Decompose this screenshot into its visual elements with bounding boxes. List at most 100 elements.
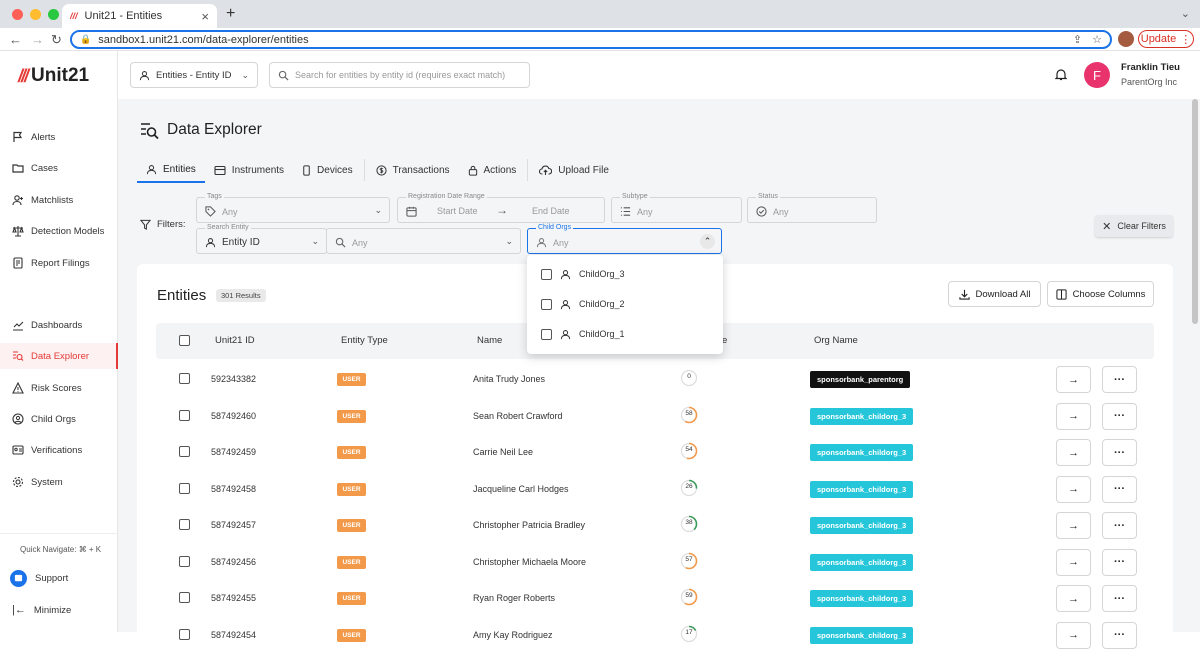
sidebar-item-dashboards[interactable]: Dashboards: [0, 312, 118, 338]
new-tab-icon[interactable]: +: [226, 5, 235, 23]
table-row[interactable]: 587492456 USER Christopher Michaela Moore 5…: [156, 547, 1154, 583]
more-actions-button[interactable]: ···: [1102, 548, 1137, 576]
table-row[interactable]: 587492460 USER Sean Robert Crawford 58 spons…: [156, 401, 1154, 437]
open-entity-button[interactable]: →: [1056, 402, 1091, 430]
open-entity-button[interactable]: →: [1056, 548, 1091, 576]
child-org-option[interactable]: ChildOrg_1: [541, 326, 625, 342]
share-icon[interactable]: ⇪: [1073, 33, 1082, 46]
sidebar-item-data-explorer[interactable]: Data Explorer: [0, 343, 118, 369]
open-entity-button[interactable]: →: [1056, 512, 1091, 539]
sidebar-item-label: Risk Scores: [31, 382, 82, 394]
update-button[interactable]: Update ⋮: [1138, 30, 1194, 48]
zoom-window-button[interactable]: [48, 9, 59, 20]
option-checkbox[interactable]: [541, 268, 552, 280]
tab-list-chevron-icon[interactable]: ⌄: [1181, 7, 1190, 20]
support-button[interactable]: Support: [10, 570, 68, 587]
more-actions-button[interactable]: ···: [1102, 621, 1137, 649]
reload-icon[interactable]: ↻: [51, 32, 62, 48]
browser-tab[interactable]: /// Unit21 - Entities ×: [62, 4, 217, 28]
chevron-up-icon[interactable]: ⌃: [700, 234, 715, 249]
search-entity-input[interactable]: Any ⌄: [326, 228, 521, 254]
option-checkbox[interactable]: [541, 298, 552, 310]
open-entity-button[interactable]: →: [1056, 475, 1091, 503]
open-entity-button[interactable]: →: [1056, 366, 1091, 393]
table-row[interactable]: 592343382 USER Anita Trudy Jones 0 sponsorba…: [156, 364, 1154, 400]
profile-avatar-icon[interactable]: [1118, 31, 1134, 47]
table-row[interactable]: 587492455 USER Ryan Roger Roberts 59 sponsor…: [156, 583, 1154, 619]
forward-icon[interactable]: →: [31, 32, 44, 47]
table-row[interactable]: 587492454 USER Amy Kay Rodriguez 17 sponsorb…: [156, 620, 1154, 656]
sidebar-item-child-orgs[interactable]: Child Orgs: [0, 406, 118, 432]
table-row[interactable]: 587492457 USER Christopher Patricia Bradle…: [156, 510, 1154, 546]
end-date-input[interactable]: End Date: [532, 206, 570, 216]
row-checkbox[interactable]: [179, 446, 190, 457]
close-tab-icon[interactable]: ×: [201, 9, 209, 24]
column-header-name[interactable]: Name: [477, 335, 502, 346]
sidebar-item-alerts[interactable]: Alerts: [0, 124, 118, 150]
sidebar-item-detection-models[interactable]: Detection Models: [0, 218, 118, 244]
table-row[interactable]: 587492459 USER Carrie Neil Lee 54 sponsorban…: [156, 437, 1154, 473]
open-entity-button[interactable]: →: [1056, 621, 1091, 649]
table-row[interactable]: 587492458 USER Jacqueline Carl Hodges 26 spo…: [156, 474, 1154, 510]
tab-instruments[interactable]: Instruments: [205, 157, 293, 183]
row-checkbox[interactable]: [179, 482, 190, 494]
more-actions-button[interactable]: ···: [1102, 585, 1137, 612]
open-entity-button[interactable]: →: [1056, 439, 1091, 466]
chevron-down-icon: ⌄: [311, 236, 319, 246]
more-horizontal-icon: ···: [1114, 519, 1125, 532]
page-scrollbar[interactable]: [1192, 99, 1198, 324]
row-checkbox[interactable]: [179, 519, 190, 530]
url-field[interactable]: 🔒 sandbox1.unit21.com/data-explorer/enti…: [70, 30, 1112, 49]
sidebar-item-system[interactable]: System: [0, 469, 118, 495]
more-actions-button[interactable]: ···: [1102, 475, 1137, 503]
minimize-sidebar-button[interactable]: |← Minimize: [12, 604, 71, 616]
row-checkbox[interactable]: [179, 628, 190, 640]
back-icon[interactable]: ←: [9, 32, 22, 47]
child-orgs-filter[interactable]: Child Orgs Any ⌃: [527, 224, 722, 254]
sidebar-item-matchlists[interactable]: Matchlists: [0, 187, 118, 213]
clear-filters-button[interactable]: ✕ Clear Filters: [1095, 215, 1173, 237]
sidebar-item-label: System: [31, 476, 63, 488]
sidebar-item-verifications[interactable]: Verifications: [0, 437, 118, 463]
column-header-unit21-id[interactable]: Unit21 ID: [215, 335, 255, 346]
close-window-button[interactable]: [12, 9, 23, 20]
tab-devices[interactable]: Devices: [293, 157, 362, 183]
tab-transactions[interactable]: Transactions: [367, 157, 459, 183]
column-header-entity-type[interactable]: Entity Type: [341, 335, 388, 346]
unit21-logo[interactable]: /// Unit21: [18, 65, 89, 87]
entity-type-select[interactable]: Entities - Entity ID ⌄: [130, 62, 258, 88]
tab-upload-file[interactable]: Upload File: [530, 157, 618, 183]
row-checkbox[interactable]: [179, 373, 190, 384]
row-checkbox[interactable]: [179, 409, 190, 421]
more-actions-button[interactable]: ···: [1102, 512, 1137, 539]
entity-search-input[interactable]: Search for entities by entity id (requir…: [269, 62, 530, 88]
tab-entities[interactable]: Entities: [137, 157, 205, 183]
tags-filter[interactable]: Tags Any ⌄: [196, 193, 390, 223]
search-entity-select[interactable]: Search Entity Entity ID ⌄: [196, 224, 327, 254]
open-entity-button[interactable]: →: [1056, 585, 1091, 612]
choose-columns-button[interactable]: Choose Columns: [1047, 281, 1154, 307]
sidebar-item-cases[interactable]: Cases: [0, 155, 118, 181]
column-header-org-name[interactable]: Org Name: [814, 335, 858, 346]
subtype-filter[interactable]: Subtype Any: [611, 193, 742, 223]
start-date-input[interactable]: Start Date: [437, 206, 478, 216]
bookmark-star-icon[interactable]: ☆: [1092, 33, 1102, 46]
bell-icon[interactable]: [1055, 68, 1067, 81]
option-checkbox[interactable]: [541, 328, 552, 340]
user-avatar[interactable]: F: [1084, 62, 1110, 88]
registration-date-range-filter[interactable]: Registration Date Range Start Date → End…: [397, 193, 605, 223]
select-all-checkbox[interactable]: [179, 335, 190, 346]
status-filter[interactable]: Status Any: [747, 193, 877, 223]
child-org-option[interactable]: ChildOrg_2: [541, 296, 625, 312]
row-checkbox[interactable]: [179, 555, 190, 567]
child-org-option[interactable]: ChildOrg_3: [541, 266, 625, 282]
sidebar-item-risk-scores[interactable]: Risk Scores: [0, 375, 118, 401]
sidebar-item-report-filings[interactable]: Report Filings: [0, 250, 118, 276]
download-all-button[interactable]: Download All: [948, 281, 1041, 307]
more-actions-button[interactable]: ···: [1102, 439, 1137, 466]
minimize-window-button[interactable]: [30, 9, 41, 20]
row-checkbox[interactable]: [179, 592, 190, 603]
more-actions-button[interactable]: ···: [1102, 402, 1137, 430]
more-actions-button[interactable]: ···: [1102, 366, 1137, 393]
tab-actions[interactable]: Actions: [459, 157, 526, 183]
